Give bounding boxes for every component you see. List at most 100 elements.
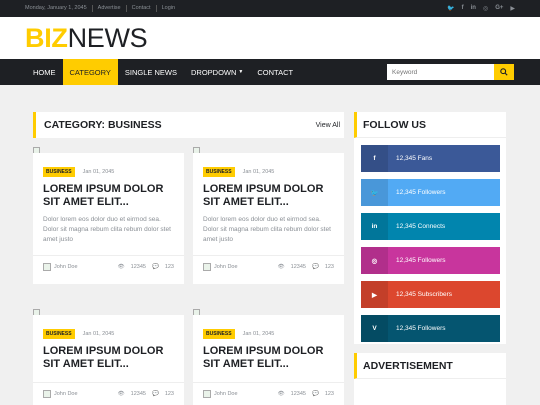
twitter-icon[interactable]: 🐦 (447, 5, 454, 12)
post-footer: John Doe 👁 12345 💬 123 (33, 255, 184, 278)
post-date[interactable]: Jan 01, 2045 (83, 169, 115, 175)
logo-main: NEWS (67, 22, 148, 53)
category-badge[interactable]: BUSINESS (43, 329, 75, 339)
social-vimeo-button[interactable]: V 12,345 Followers (361, 315, 500, 342)
social-instagram-label: 12,345 Followers (396, 257, 446, 264)
post-title[interactable]: LOREM IPSUM DOLOR SIT AMET ELIT... (203, 345, 334, 371)
post-footer: John Doe 👁 12345 💬 123 (193, 382, 344, 405)
avatar (43, 263, 51, 271)
follow-us-title: FOLLOW US (354, 112, 506, 138)
post-title[interactable]: LOREM IPSUM DOLOR SIT AMET ELIT... (43, 345, 174, 371)
comment-icon: 💬 (311, 264, 319, 270)
top-links: Monday, January 1, 2045 Advertise Contac… (25, 5, 180, 12)
author-name: John Doe (54, 391, 78, 397)
comment-count: 123 (324, 391, 334, 397)
category-badge[interactable]: BUSINESS (203, 167, 235, 177)
nav-item-dropdown[interactable]: DROPDOWN ▼ (184, 59, 250, 85)
vimeo-icon: V (361, 315, 388, 342)
post-excerpt: Dolor lorem eos dolor duo et eirmod sea.… (43, 216, 171, 243)
nav-links: HOME CATEGORY SINGLE NEWS DROPDOWN ▼ CON… (26, 59, 300, 85)
comment-count: 123 (164, 264, 174, 270)
top-link-contact[interactable]: Contact (127, 5, 157, 12)
instagram-icon: ◎ (361, 247, 388, 274)
nav-item-dropdown-label: DROPDOWN (191, 67, 237, 77)
post-card[interactable]: BUSINESS Jan 01, 2045 LOREM IPSUM DOLOR … (193, 153, 344, 284)
post-date[interactable]: Jan 01, 2045 (243, 169, 275, 175)
search-form (387, 64, 514, 80)
comment-icon: 💬 (151, 391, 159, 397)
post-footer: John Doe 👁 12345 💬 123 (193, 255, 344, 278)
comment-icon: 💬 (151, 264, 159, 270)
category-header: CATEGORY: BUSINESS View All (33, 112, 344, 138)
eye-icon: 👁 (117, 391, 125, 397)
avatar (203, 263, 211, 271)
search-icon (500, 68, 508, 76)
post-author[interactable]: John Doe (203, 263, 238, 271)
linkedin-icon: in (361, 213, 388, 240)
youtube-icon[interactable]: ▶ (510, 5, 515, 12)
linkedin-icon[interactable]: in (471, 5, 476, 12)
post-card[interactable]: BUSINESS Jan 01, 2045 LOREM IPSUM DOLOR … (33, 315, 184, 405)
brand-bar: BIZNEWS (0, 17, 540, 59)
post-date[interactable]: Jan 01, 2045 (243, 331, 275, 337)
post-date[interactable]: Jan 01, 2045 (83, 331, 115, 337)
post-card[interactable]: BUSINESS Jan 01, 2045 LOREM IPSUM DOLOR … (193, 315, 344, 405)
instagram-icon[interactable]: ◎ (483, 5, 488, 12)
nav-item-home[interactable]: HOME (26, 59, 63, 85)
google-plus-icon[interactable]: G+ (495, 5, 503, 12)
social-youtube-button[interactable]: ▶ 12,345 Subscribers (361, 281, 500, 308)
author-name: John Doe (54, 264, 78, 270)
post-title[interactable]: LOREM IPSUM DOLOR SIT AMET ELIT... (43, 183, 174, 209)
view-count: 12345 (290, 391, 306, 397)
nav-item-single-news[interactable]: SINGLE NEWS (118, 59, 184, 85)
view-count: 12345 (290, 264, 306, 270)
search-button[interactable] (494, 64, 514, 80)
youtube-icon: ▶ (361, 281, 388, 308)
top-date: Monday, January 1, 2045 (25, 5, 93, 12)
advertisement-panel: ADVERTISEMENT (354, 353, 506, 405)
eye-icon: 👁 (277, 391, 285, 397)
comment-count: 123 (164, 391, 174, 397)
facebook-icon: f (361, 145, 388, 172)
post-stats: 👁 12345 💬 123 (118, 264, 174, 270)
social-facebook-button[interactable]: f 12,345 Fans (361, 145, 500, 172)
author-name: John Doe (214, 264, 238, 270)
post-author[interactable]: John Doe (43, 263, 78, 271)
avatar (203, 390, 211, 398)
post-card[interactable]: BUSINESS Jan 01, 2045 LOREM IPSUM DOLOR … (33, 153, 184, 284)
social-youtube-label: 12,345 Subscribers (396, 291, 453, 298)
main-nav: HOME CATEGORY SINGLE NEWS DROPDOWN ▼ CON… (0, 59, 540, 85)
post-author[interactable]: John Doe (203, 390, 238, 398)
post-title[interactable]: LOREM IPSUM DOLOR SIT AMET ELIT... (203, 183, 334, 209)
comment-count: 123 (324, 264, 334, 270)
nav-item-category[interactable]: CATEGORY (62, 59, 118, 85)
view-count: 12345 (130, 264, 146, 270)
nav-item-contact[interactable]: CONTACT (250, 59, 300, 85)
site-logo[interactable]: BIZNEWS (25, 22, 148, 54)
top-link-advertise[interactable]: Advertise (93, 5, 127, 12)
logo-accent: BIZ (25, 22, 68, 53)
view-count: 12345 (130, 391, 146, 397)
post-excerpt: Dolor lorem eos dolor duo et eirmod sea.… (203, 216, 331, 243)
advertisement-title: ADVERTISEMENT (354, 353, 506, 379)
category-badge[interactable]: BUSINESS (203, 329, 235, 339)
post-stats: 👁 12345 💬 123 (118, 391, 174, 397)
eye-icon: 👁 (277, 264, 285, 270)
search-input[interactable] (387, 64, 494, 80)
caret-down-icon: ▼ (238, 69, 244, 75)
social-twitter-label: 12,345 Followers (396, 189, 446, 196)
author-name: John Doe (214, 391, 238, 397)
avatar (43, 390, 51, 398)
post-footer: John Doe 👁 12345 💬 123 (33, 382, 184, 405)
twitter-icon: 🐦 (361, 179, 388, 206)
top-link-login[interactable]: Login (157, 5, 180, 12)
social-linkedin-button[interactable]: in 12,345 Connects (361, 213, 500, 240)
category-title: CATEGORY: BUSINESS (44, 119, 162, 131)
post-author[interactable]: John Doe (43, 390, 78, 398)
category-badge[interactable]: BUSINESS (43, 167, 75, 177)
social-instagram-button[interactable]: ◎ 12,345 Followers (361, 247, 500, 274)
facebook-icon[interactable]: f (462, 5, 464, 12)
social-twitter-button[interactable]: 🐦 12,345 Followers (361, 179, 500, 206)
view-all-link[interactable]: View All (316, 122, 340, 129)
post-stats: 👁 12345 💬 123 (278, 391, 334, 397)
